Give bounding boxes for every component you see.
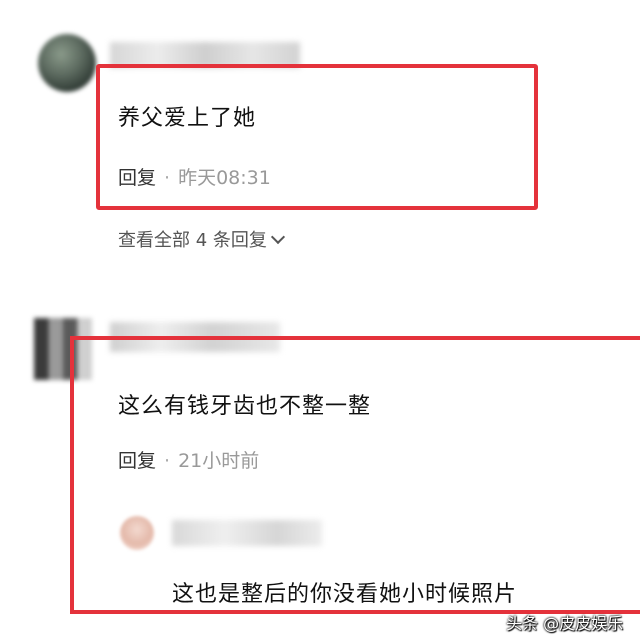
view-all-replies-link[interactable]: 查看全部 4 条回复 (118, 226, 285, 252)
meta-separator: · (164, 450, 171, 472)
chevron-down-icon (270, 229, 285, 245)
replier-avatar[interactable] (120, 516, 154, 550)
replier-name-blurred[interactable] (172, 520, 322, 546)
comment-text: 养父爱上了她 (118, 106, 257, 131)
source-watermark: 头条 @皮皮娱乐 (506, 614, 624, 633)
reply-text: 这也是整后的你没看她小时候照片 (172, 582, 518, 607)
highlight-box (70, 336, 640, 614)
reply-button[interactable]: 回复 (118, 167, 156, 189)
commenter-avatar[interactable] (38, 34, 96, 92)
reply-button[interactable]: 回复 (118, 450, 156, 472)
view-all-replies-label: 查看全部 4 条回复 (118, 230, 267, 251)
comment-time: 昨天08:31 (178, 167, 271, 189)
comment-meta: 回复 · 昨天08:31 (118, 163, 271, 190)
comment-meta: 回复 · 21小时前 (118, 446, 259, 473)
comment-text: 这么有钱牙齿也不整一整 (118, 394, 372, 419)
comment-time: 21小时前 (178, 450, 260, 472)
meta-separator: · (164, 167, 171, 189)
